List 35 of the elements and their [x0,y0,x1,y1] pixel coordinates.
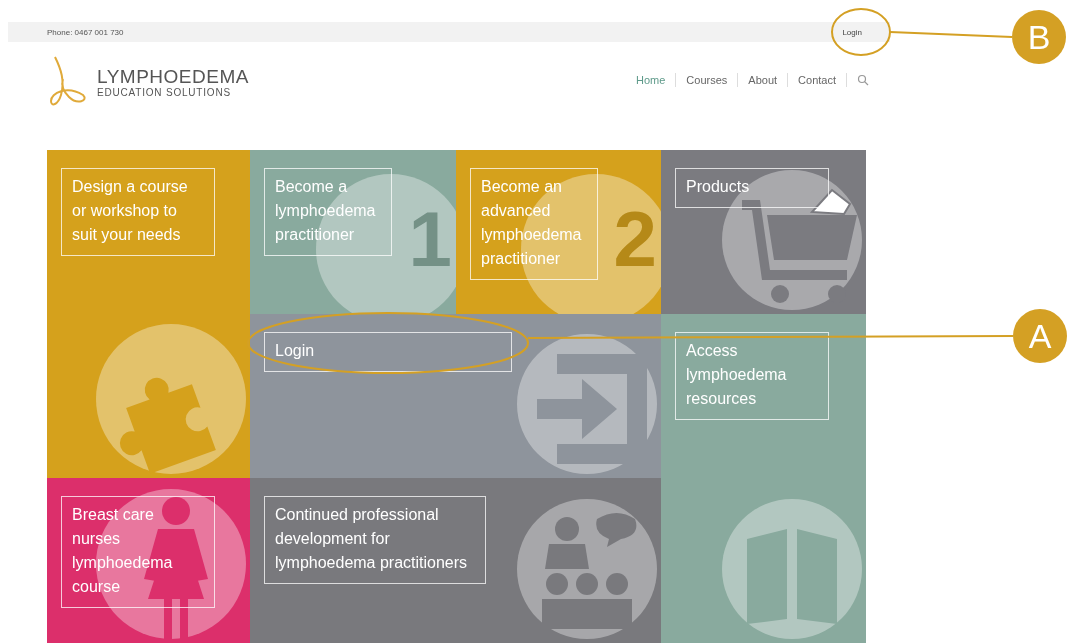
logo-subtitle: EDUCATION SOLUTIONS [97,86,232,98]
step-number: 2 [613,200,657,278]
tile[interactable]: 2 Become an advanced lymphoedema practitioner [456,150,661,314]
tile-link[interactable]: Design a course or workshop to suit your needs [61,168,215,256]
step-number: 1 [408,200,452,278]
nav-link[interactable]: Contact [798,74,836,86]
login-link[interactable]: Login [842,27,862,37]
tile[interactable]: Products [661,150,866,314]
tile-link[interactable]: Continued professional development for lymphoedema practitioners [264,496,486,584]
nav-link[interactable]: Courses [686,74,728,86]
tile[interactable]: Continued professional development for lymphoedema practitioners [250,478,661,643]
nav-link[interactable]: Home [636,74,666,86]
tile[interactable]: Login [250,314,661,478]
tile-link[interactable]: Login [264,332,512,372]
callout-letter: B [1027,18,1051,56]
tile-link[interactable]: Become an advanced lymphoedema practitioner [470,168,598,280]
callout-letter: A [1028,317,1052,355]
nav-link[interactable]: About [748,74,778,86]
callout-badge [1013,309,1067,363]
tile-link[interactable]: Become a lymphoedema practitioner [264,168,392,256]
tile[interactable]: Breast care nurses lymphoedema course [47,478,250,643]
audience-icon [517,499,657,639]
tile[interactable]: 1 Become a lymphoedema practitioner [250,150,456,314]
search-icon[interactable] [857,74,869,86]
phone-number: Phone: 0467 001 730 [47,27,124,37]
puzzle-piece-icon [96,324,246,474]
tile[interactable]: Access lymphoedema resources [661,314,866,643]
open-book-icon [722,499,862,639]
tile-link[interactable]: Access lymphoedema resources [675,332,829,420]
logo-title: LYMPHOEDEMA [97,66,249,87]
callout-badge [1012,10,1066,64]
tile-link[interactable]: Products [675,168,829,208]
tile-link[interactable]: Breast care nurses lymphoedema course [61,496,215,608]
tile[interactable]: Design a course or workshop to suit your needs [47,150,250,478]
highlight-ellipse [831,8,891,56]
